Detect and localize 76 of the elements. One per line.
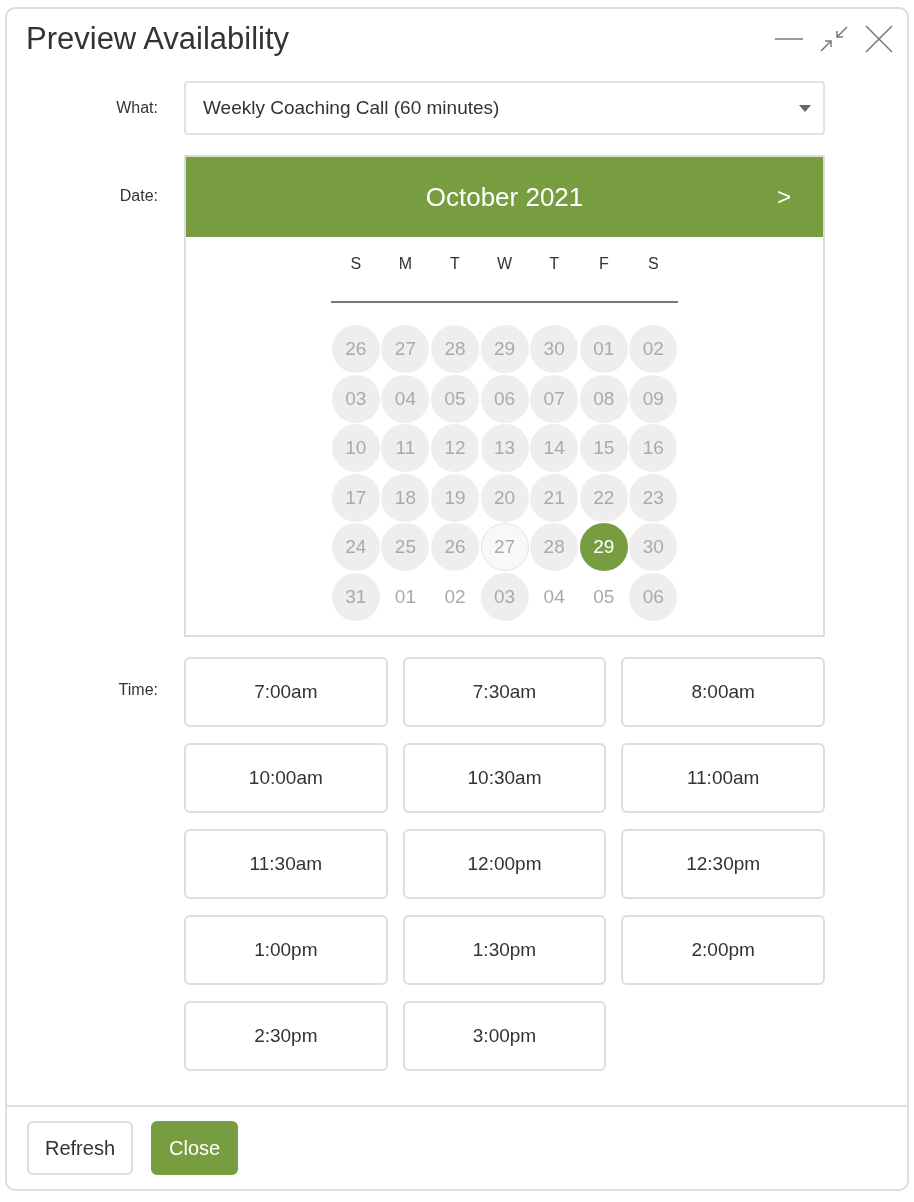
calendar-day[interactable]: 15 — [579, 424, 628, 472]
time-slot-button[interactable]: 1:30pm — [402, 915, 607, 985]
calendar-day[interactable]: 26 — [431, 523, 479, 571]
calendar-day[interactable]: 24 — [331, 523, 380, 571]
calendar-day[interactable]: 22 — [579, 473, 628, 522]
calendar-day[interactable]: 28 — [530, 523, 579, 571]
calendar-day[interactable]: 30 — [530, 325, 579, 373]
weekday-label: S — [349, 255, 363, 274]
calendar-day[interactable]: 20 — [480, 473, 529, 522]
time-slot-button[interactable]: 2:30pm — [184, 1001, 388, 1071]
time-slot-button[interactable]: 12:00pm — [402, 829, 607, 899]
calendar-day[interactable]: 06 — [629, 572, 678, 621]
weekday-label: T — [449, 255, 461, 274]
window-title: Preview Availability — [26, 21, 291, 57]
calendar-day[interactable]: 26 — [331, 325, 380, 373]
calendar-day[interactable]: 29 — [579, 523, 628, 571]
weekday-label: M — [397, 255, 414, 274]
next-month-button[interactable]: > — [777, 183, 791, 211]
calendar-day[interactable]: 03 — [331, 374, 380, 423]
time-slot-button[interactable]: 10:00am — [184, 743, 388, 813]
restore-icon[interactable] — [819, 25, 849, 53]
calendar-day[interactable]: 16 — [629, 424, 678, 472]
calendar-day[interactable]: 12 — [431, 424, 479, 472]
calendar-day[interactable]: 02 — [629, 325, 678, 373]
time-slot-button[interactable]: 12:30pm — [621, 829, 825, 899]
calendar-day[interactable]: 04 — [530, 572, 579, 621]
calendar-day[interactable]: 23 — [629, 473, 678, 522]
calendar-day[interactable]: 14 — [530, 424, 579, 472]
calendar-day[interactable]: 01 — [381, 572, 430, 621]
calendar-day[interactable]: 09 — [629, 374, 678, 423]
event-select[interactable]: Weekly Coaching Call (60 minutes) — [184, 81, 825, 135]
calendar-day[interactable]: 27 — [381, 325, 430, 373]
calendar-day[interactable]: 31 — [331, 572, 380, 621]
weekday-label: S — [647, 255, 660, 274]
calendar-day[interactable]: 04 — [381, 374, 430, 423]
calendar-day[interactable]: 30 — [629, 523, 678, 571]
calendar-day[interactable]: 29 — [480, 325, 529, 373]
close-button[interactable]: Close — [151, 1121, 239, 1175]
time-slot-button[interactable]: 7:00am — [184, 657, 388, 727]
time-slot-button[interactable]: 3:00pm — [402, 1001, 607, 1071]
refresh-button[interactable]: Refresh — [27, 1121, 134, 1175]
calendar-day[interactable]: 28 — [431, 325, 479, 373]
minimize-icon[interactable] — [775, 37, 803, 41]
calendar-day[interactable]: 11 — [381, 424, 430, 472]
calendar-day[interactable]: 13 — [480, 424, 529, 472]
calendar-day[interactable]: 25 — [381, 523, 430, 571]
date-label: Date: — [118, 186, 158, 206]
calendar-day[interactable]: 18 — [381, 473, 430, 522]
calendar-day[interactable]: 05 — [579, 572, 628, 621]
time-slot-button[interactable]: 2:00pm — [621, 915, 825, 985]
calendar-day[interactable]: 08 — [579, 374, 628, 423]
calendar-day[interactable]: 27 — [480, 523, 529, 571]
calendar-day[interactable]: 02 — [431, 572, 479, 621]
time-slot-button[interactable]: 8:00am — [621, 657, 825, 727]
calendar-day[interactable]: 19 — [431, 473, 479, 522]
calendar-day[interactable]: 05 — [431, 374, 479, 423]
calendar-day[interactable]: 17 — [331, 473, 380, 522]
time-label: Time: — [117, 680, 158, 700]
calendar-day[interactable]: 21 — [530, 473, 579, 522]
time-slot-button[interactable]: 1:00pm — [184, 915, 388, 985]
close-icon[interactable] — [865, 25, 893, 53]
calendar-day[interactable]: 01 — [579, 325, 628, 373]
weekday-label: T — [548, 255, 561, 274]
calendar-day[interactable]: 03 — [480, 572, 529, 621]
time-slot-button[interactable]: 7:30am — [402, 657, 607, 727]
weekday-label: F — [597, 255, 610, 274]
weekday-label: W — [496, 255, 514, 274]
what-label: What: — [115, 98, 158, 118]
calendar-day[interactable]: 06 — [480, 374, 529, 423]
dropdown-caret-icon — [799, 104, 811, 112]
time-slot-button[interactable]: 11:00am — [621, 743, 825, 813]
calendar-day[interactable]: 10 — [331, 424, 380, 472]
calendar-day[interactable]: 07 — [530, 374, 579, 423]
month-title: October 2021 — [425, 181, 584, 213]
time-slot-button[interactable]: 11:30am — [184, 829, 388, 899]
time-slot-button[interactable]: 10:30am — [402, 743, 607, 813]
